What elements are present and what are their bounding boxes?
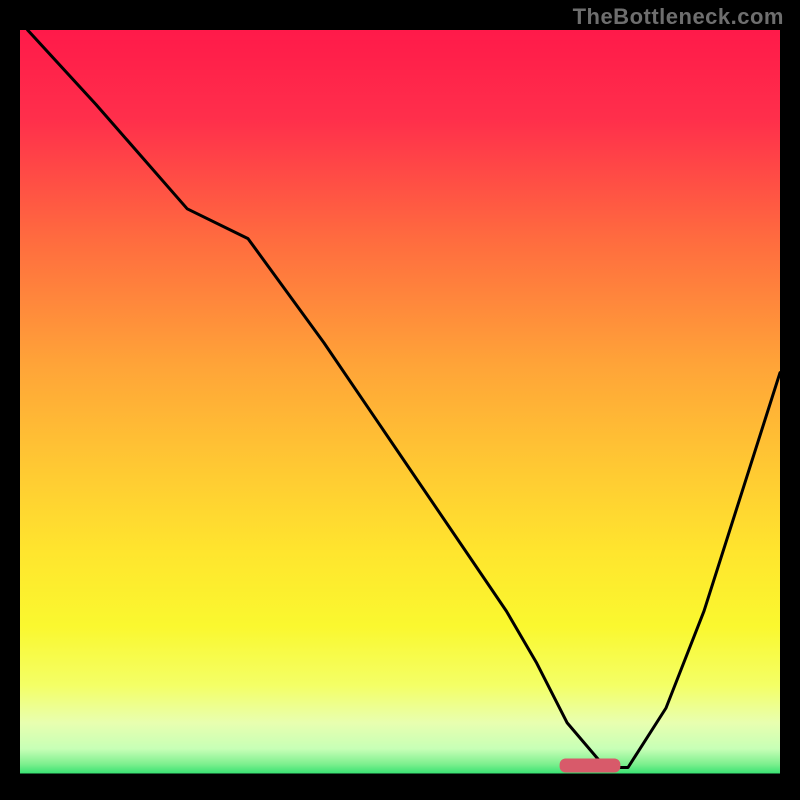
plot-area (20, 30, 780, 775)
gradient-background (20, 30, 780, 775)
chart-svg (20, 30, 780, 775)
chart-container: TheBottleneck.com (0, 0, 800, 800)
optimal-marker (560, 759, 621, 773)
watermark-text: TheBottleneck.com (573, 4, 784, 30)
